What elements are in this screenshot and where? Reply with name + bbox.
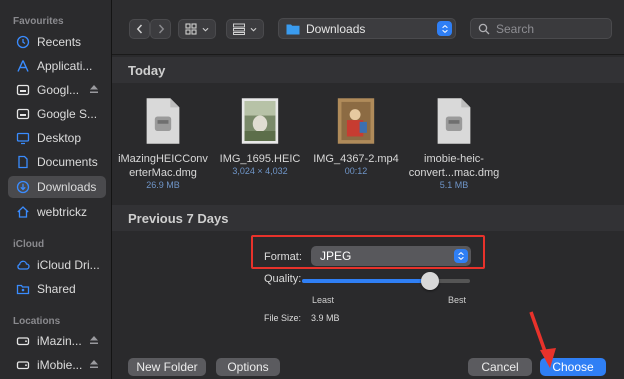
options-button[interactable]: Options	[216, 358, 280, 376]
file-name-line2: erterMac.dmg	[129, 167, 197, 179]
sidebar-item-icloud-drive[interactable]: iCloud Dri...	[8, 254, 106, 276]
view-mode-button[interactable]	[178, 19, 216, 39]
new-folder-button[interactable]: New Folder	[128, 358, 206, 376]
video-thumbnail	[334, 94, 378, 148]
sidebar-item-label: Applicati...	[37, 59, 93, 73]
sidebar-item-label: Google S...	[37, 107, 98, 121]
file-meta: 5.1 MB	[439, 180, 469, 190]
document-icon	[16, 155, 30, 169]
sidebar: Favourites Recents Applicati... Googl...…	[0, 0, 112, 379]
file-size-value: 3.9 MB	[311, 313, 340, 323]
sidebar-item-downloads[interactable]: Downloads	[8, 176, 106, 198]
file-meta: 00:12	[344, 166, 368, 176]
sidebar-item-documents[interactable]: Documents	[8, 151, 106, 173]
sidebar-item-label: Googl...	[37, 83, 80, 97]
sidebar-item-desktop[interactable]: Desktop	[8, 127, 106, 149]
cancel-button[interactable]: Cancel	[468, 358, 532, 376]
disk-icon	[16, 334, 30, 348]
sidebar-item-label: webtrickz	[37, 205, 88, 219]
file-meta: 3,024 × 4,032	[232, 166, 288, 176]
least-label: Least	[312, 295, 335, 305]
disk-image-icon	[141, 94, 185, 148]
sidebar-item-label: Downloads	[37, 180, 97, 194]
drive-icon	[16, 107, 30, 121]
forward-button[interactable]	[150, 19, 171, 39]
favourites-heading: Favourites	[13, 16, 64, 27]
toolbar: Downloads Search	[112, 0, 624, 55]
eject-icon[interactable]	[88, 358, 100, 370]
chevron-down-icon	[250, 27, 257, 32]
chevron-right-icon	[158, 24, 164, 34]
quality-slider-knob[interactable]	[420, 272, 439, 290]
file-item[interactable]: IMG_4367-2.mp4 00:12	[306, 94, 406, 177]
file-size-label: File Size:	[264, 313, 302, 323]
quality-slider-fill	[302, 279, 430, 283]
file-name: IMG_4367-2.mp4	[313, 153, 399, 165]
quality-label: Quality:	[264, 273, 302, 285]
file-item[interactable]: IMG_1695.HEIC 3,024 × 4,032	[210, 94, 310, 177]
sidebar-item-shared[interactable]: Shared	[8, 278, 106, 300]
location-label: Downloads	[306, 21, 366, 36]
sidebar-item-label: iCloud Dri...	[37, 258, 100, 272]
chevron-down-icon	[202, 27, 209, 32]
group-by-button[interactable]	[226, 19, 264, 39]
sidebar-item-label: Desktop	[37, 131, 82, 145]
cloud-icon	[16, 258, 30, 272]
sidebar-item-google-shared[interactable]: Google S...	[8, 103, 106, 125]
desktop-icon	[16, 131, 30, 145]
file-item[interactable]: iMazingHEICConv erterMac.dmg 26.9 MB	[113, 94, 213, 191]
file-name: IMG_1695.HEIC	[219, 153, 301, 165]
sidebar-item-recents[interactable]: Recents	[8, 31, 106, 53]
disk-image-icon	[432, 94, 476, 148]
main-panel: Downloads Search Today iMazingHEICConv e…	[112, 0, 624, 379]
location-popup[interactable]: Downloads	[278, 18, 456, 39]
quality-slider[interactable]	[302, 272, 470, 290]
sidebar-item-label: iMazin...	[37, 334, 82, 348]
format-label: Format:	[264, 251, 302, 263]
folder-icon	[286, 24, 300, 34]
download-icon	[16, 180, 30, 194]
back-button[interactable]	[129, 19, 150, 39]
sidebar-item-label: iMobie...	[37, 358, 83, 372]
sidebar-item-label: Shared	[37, 282, 76, 296]
search-placeholder: Search	[496, 21, 535, 36]
applications-icon	[16, 59, 30, 73]
sidebar-item-label: Recents	[37, 35, 82, 49]
grid-icon	[185, 23, 197, 35]
popup-stepper-icon	[437, 21, 452, 36]
section-header-previous: Previous 7 Days	[112, 205, 624, 231]
sidebar-item-applications[interactable]: Applicati...	[8, 55, 106, 77]
disk-icon	[16, 358, 30, 372]
file-meta: 26.9 MB	[146, 180, 180, 190]
format-popup[interactable]: JPEG	[311, 246, 471, 266]
options-panel: Format: JPEG Quality: Least Best File Si…	[112, 232, 624, 379]
popup-stepper-icon	[454, 249, 468, 263]
drive-icon	[16, 83, 30, 97]
sidebar-item-imobie[interactable]: iMobie...	[8, 354, 106, 376]
format-value: JPEG	[320, 249, 352, 263]
file-name-line2: convert...mac.dmg	[408, 167, 500, 179]
home-icon	[16, 205, 30, 219]
shared-folder-icon	[16, 282, 30, 296]
eject-icon[interactable]	[88, 334, 100, 346]
choose-button[interactable]: Choose	[540, 358, 606, 376]
sidebar-item-label: Documents	[37, 155, 98, 169]
file-item[interactable]: imobie-heic- convert...mac.dmg 5.1 MB	[404, 94, 504, 191]
file-name: imobie-heic-	[424, 153, 484, 165]
sidebar-item-webtrickz[interactable]: webtrickz	[8, 201, 106, 223]
search-field[interactable]: Search	[470, 18, 612, 39]
locations-heading: Locations	[13, 316, 61, 327]
group-icon	[233, 23, 245, 35]
sidebar-item-imazing[interactable]: iMazin...	[8, 330, 106, 352]
icloud-heading: iCloud	[13, 239, 45, 250]
image-thumbnail	[238, 94, 282, 148]
sidebar-item-google-drive[interactable]: Googl...	[8, 79, 106, 101]
best-label: Best	[448, 295, 467, 305]
search-icon	[478, 23, 490, 34]
section-header-today: Today	[112, 57, 624, 83]
clock-icon	[16, 35, 30, 49]
file-name: iMazingHEICConv	[118, 153, 208, 165]
chevron-left-icon	[136, 24, 142, 34]
eject-icon[interactable]	[88, 83, 100, 95]
